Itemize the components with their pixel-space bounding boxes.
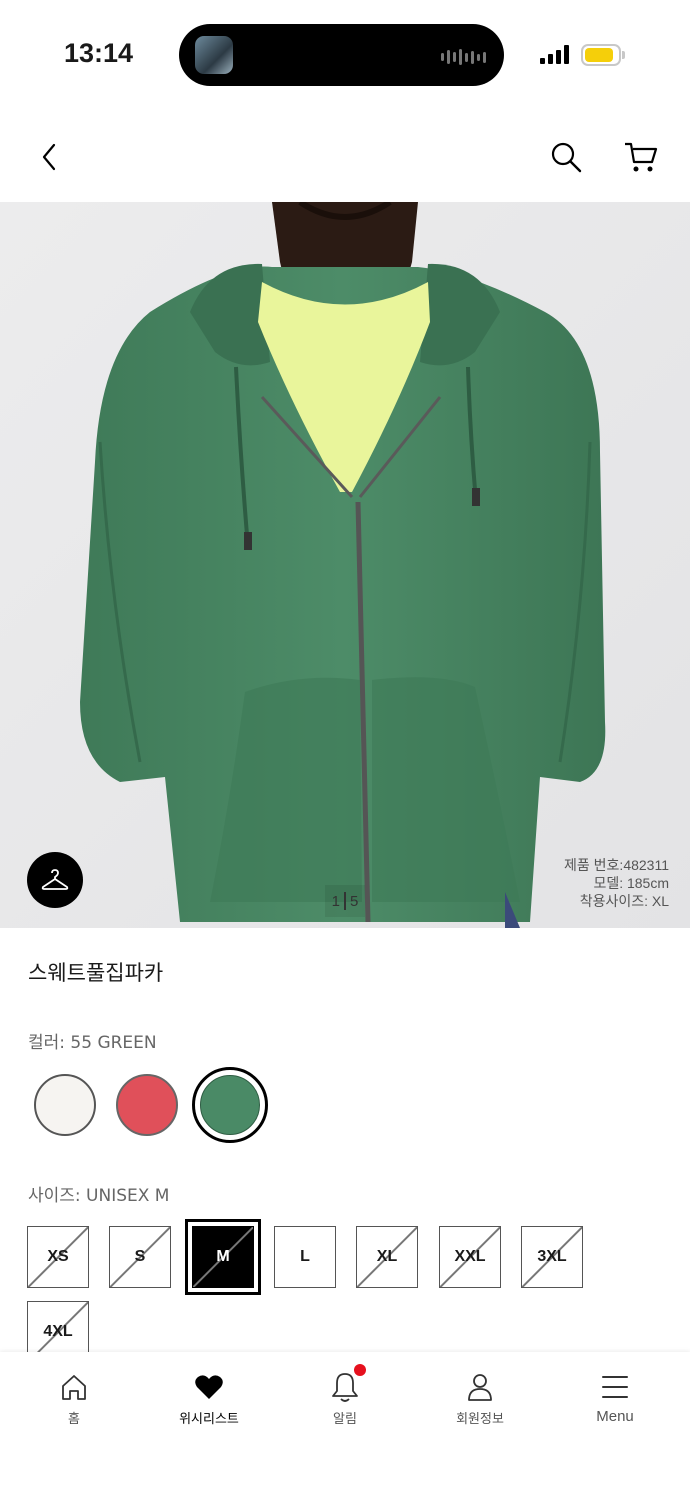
image-counter: 15 xyxy=(325,885,365,917)
product-photo xyxy=(0,202,690,928)
tab-home-label: 홈 xyxy=(68,1412,80,1427)
model-height: 모델: 185cm xyxy=(593,875,669,891)
cart-icon[interactable] xyxy=(618,134,664,180)
size-option-m[interactable]: M xyxy=(185,1219,261,1295)
tab-menu[interactable]: Menu xyxy=(565,1370,665,1425)
tab-account[interactable]: 회원정보 xyxy=(430,1370,530,1427)
bottom-tab-bar: 홈 위시리스트 알림 회원정보 Menu xyxy=(0,1352,690,1500)
color-swatch-red[interactable] xyxy=(116,1074,178,1136)
product-image-carousel[interactable]: 15 제품 번호:482311 모델: 185cm 착용사이즈: XL xyxy=(0,202,690,928)
size-option-xxl[interactable]: XXL xyxy=(439,1226,501,1288)
product-title: 스웨트풀집파카 xyxy=(28,961,164,985)
product-meta: 제품 번호:482311 모델: 185cm 착용사이즈: XL xyxy=(564,856,669,910)
size-label: 사이즈: UNISEX M xyxy=(28,1186,170,1206)
person-icon xyxy=(468,1374,492,1401)
notification-badge xyxy=(354,1364,366,1376)
dynamic-island xyxy=(179,24,504,86)
back-icon[interactable] xyxy=(26,134,72,180)
image-counter-total: 5 xyxy=(350,892,359,910)
tab-wishlist[interactable]: 위시리스트 xyxy=(159,1370,259,1427)
product-number: 제품 번호:482311 xyxy=(564,857,669,873)
search-icon[interactable] xyxy=(543,134,589,180)
tab-menu-label: Menu xyxy=(596,1408,634,1425)
audio-wave-icon xyxy=(441,49,486,65)
status-time: 13:14 xyxy=(64,38,134,68)
status-bar: 13:14 xyxy=(0,0,690,110)
size-option-l[interactable]: L xyxy=(274,1226,336,1288)
image-counter-current: 1 xyxy=(331,892,340,910)
worn-size: 착용사이즈: XL xyxy=(579,893,669,909)
size-option-xl[interactable]: XL xyxy=(356,1226,418,1288)
tab-account-label: 회원정보 xyxy=(456,1412,504,1427)
home-icon xyxy=(62,1375,86,1400)
color-swatch-white[interactable] xyxy=(34,1074,96,1136)
tab-notifications[interactable]: 알림 xyxy=(295,1370,395,1427)
heart-icon xyxy=(195,1375,223,1399)
color-label: 컬러: 55 GREEN xyxy=(28,1033,157,1053)
size-option-xs[interactable]: XS xyxy=(27,1226,89,1288)
tab-wishlist-label: 위시리스트 xyxy=(179,1412,239,1427)
now-playing-thumbnail xyxy=(195,36,233,74)
hanger-icon xyxy=(41,869,69,890)
battery-icon xyxy=(581,44,621,66)
signal-icon xyxy=(540,45,569,64)
tab-notifications-label: 알림 xyxy=(333,1412,357,1427)
size-option-3xl[interactable]: 3XL xyxy=(521,1226,583,1288)
hanger-button[interactable] xyxy=(27,852,83,908)
bell-icon xyxy=(332,1373,358,1402)
menu-icon xyxy=(602,1376,628,1398)
color-swatch-green-selected[interactable] xyxy=(192,1067,268,1143)
tab-home[interactable]: 홈 xyxy=(24,1370,124,1427)
top-nav xyxy=(0,110,690,202)
size-option-s[interactable]: S xyxy=(109,1226,171,1288)
